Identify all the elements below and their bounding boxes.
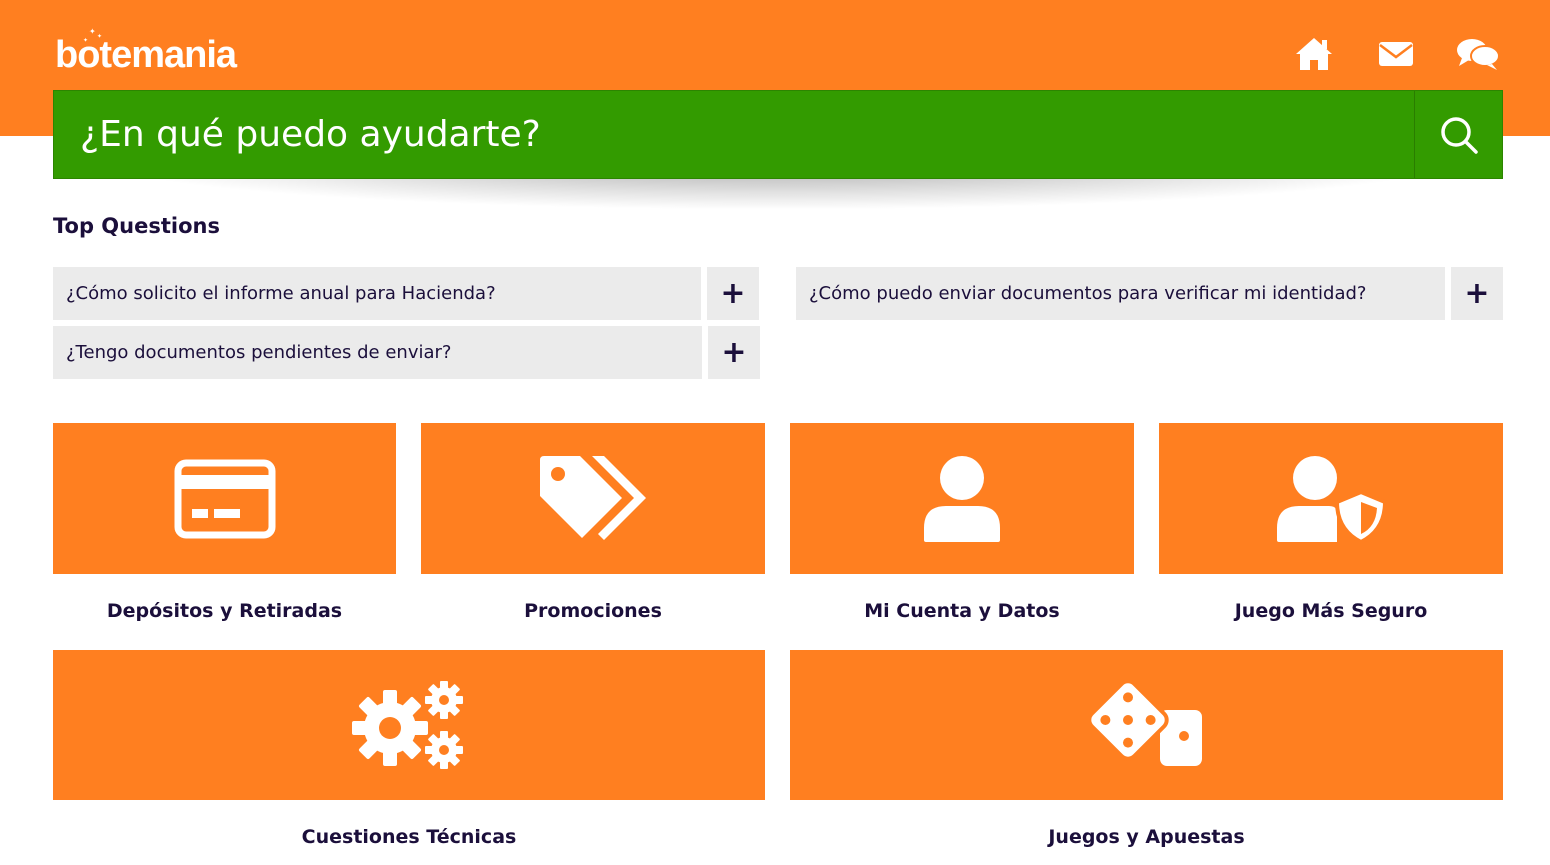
header-nav [1292, 34, 1500, 74]
category-label[interactable]: Promociones [421, 600, 765, 622]
category-tile-technical[interactable] [53, 650, 765, 800]
dice-icon [1089, 680, 1202, 766]
search-area [53, 90, 1503, 210]
user-shield-icon [1277, 455, 1387, 544]
svg-text:✦: ✦ [97, 33, 102, 40]
faq-question[interactable]: ¿Cómo solicito el informe anual para Hac… [53, 267, 701, 320]
search-bar [53, 90, 1503, 179]
faq-question[interactable]: ¿Tengo documentos pendientes de enviar? [53, 326, 702, 379]
category-tile-account[interactable] [790, 423, 1134, 574]
top-questions-title: Top Questions [53, 214, 220, 238]
credit-card-icon [174, 459, 275, 538]
category-tile-games[interactable] [790, 650, 1503, 800]
chat-icon [1457, 39, 1500, 70]
faq-expand-button[interactable]: + [707, 267, 759, 320]
mail-button[interactable] [1374, 34, 1418, 74]
tags-icon [540, 455, 646, 540]
user-icon [924, 455, 1000, 542]
faq-expand-button[interactable]: + [1451, 267, 1503, 320]
category-tile-promotions[interactable] [421, 423, 765, 574]
faq-expand-button[interactable]: + [708, 326, 760, 379]
chat-button[interactable] [1456, 34, 1500, 74]
faq-item[interactable]: ¿Cómo puedo enviar documentos para verif… [796, 267, 1503, 320]
category-tile-deposits[interactable] [53, 423, 396, 574]
faq-item[interactable]: ¿Tengo documentos pendientes de enviar? … [53, 326, 760, 379]
search-button[interactable] [1414, 91, 1502, 178]
search-input[interactable] [54, 91, 1414, 178]
mail-icon [1379, 42, 1413, 66]
category-label[interactable]: Juego Más Seguro [1159, 600, 1503, 622]
svg-text:✦: ✦ [89, 27, 96, 36]
home-icon [1296, 38, 1332, 70]
category-label[interactable]: Juegos y Apuestas [790, 826, 1503, 848]
category-label[interactable]: Cuestiones Técnicas [53, 826, 765, 848]
category-tile-safer-gambling[interactable] [1159, 423, 1503, 574]
svg-text:✦: ✦ [83, 37, 88, 44]
faq-question[interactable]: ¿Cómo puedo enviar documentos para verif… [796, 267, 1445, 320]
category-label[interactable]: Depósitos y Retiradas [53, 600, 396, 622]
category-label[interactable]: Mi Cuenta y Datos [790, 600, 1134, 622]
home-button[interactable] [1292, 34, 1336, 74]
brand-logo[interactable]: ✦ ✦ ✦ botemania [55, 27, 237, 78]
cogs-icon [352, 681, 463, 769]
faq-item[interactable]: ¿Cómo solicito el informe anual para Hac… [53, 267, 759, 320]
stars-icon: ✦ ✦ ✦ [83, 27, 102, 44]
search-icon [1440, 116, 1478, 154]
